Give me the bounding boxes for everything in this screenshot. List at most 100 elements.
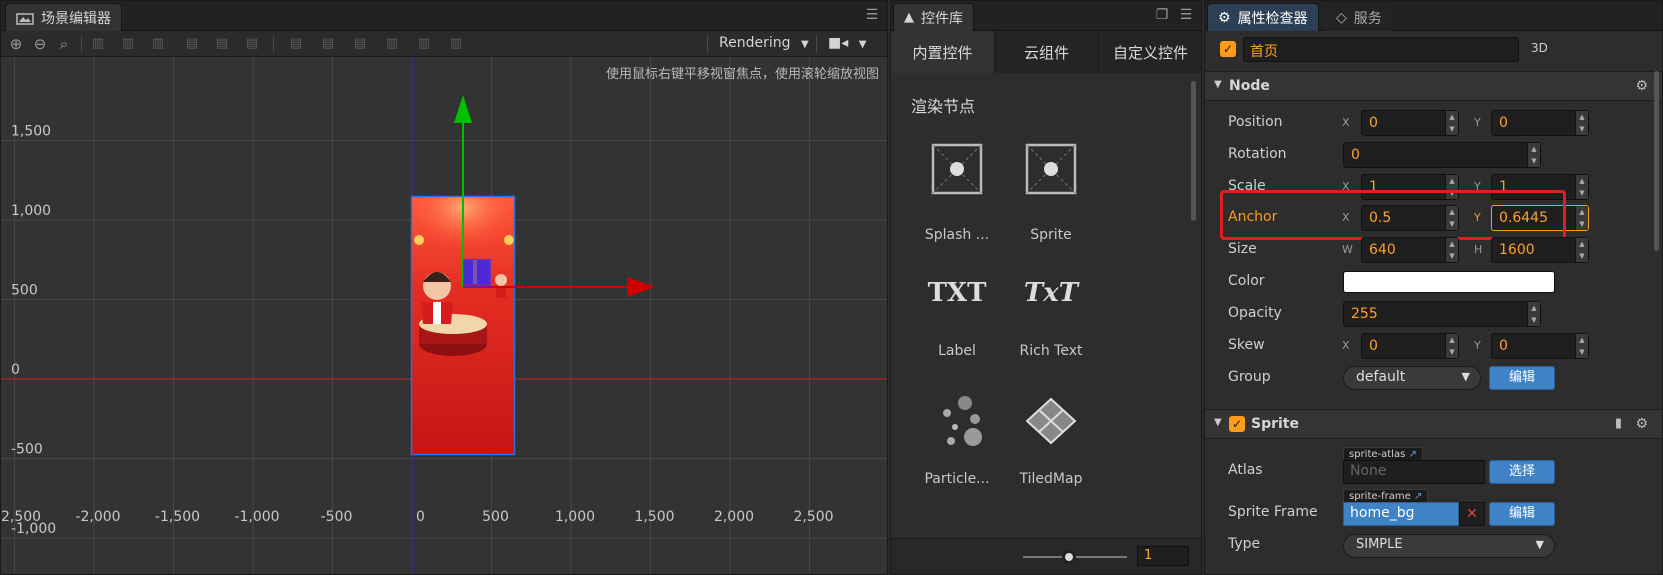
- type-select[interactable]: SIMPLE ▼: [1343, 534, 1555, 558]
- distribute-middle-icon[interactable]: ▤: [319, 35, 337, 53]
- home-bg-sprite[interactable]: [411, 196, 515, 455]
- scene-viewport[interactable]: -2,500-2,000-1,500-1,000-50005001,0001,5…: [1, 57, 887, 574]
- sprite-frame-edit-button[interactable]: 编辑: [1489, 502, 1555, 526]
- stepper-icon[interactable]: ▲ ▼: [1575, 206, 1588, 230]
- node-active-checkbox[interactable]: ✓: [1220, 41, 1236, 57]
- axis-h-label: H: [1474, 243, 1483, 256]
- group-value: default: [1356, 369, 1406, 385]
- stepper-icon[interactable]: ▲ ▼: [1527, 302, 1540, 326]
- axis-y-label: Y: [1474, 339, 1481, 352]
- external-link-icon[interactable]: ↗: [1414, 491, 1422, 502]
- axis-x-label: X: [1342, 116, 1350, 129]
- x-tick-label: -1,000: [234, 509, 279, 525]
- distribute-center-icon[interactable]: ▥: [415, 35, 433, 53]
- component-label: Particle...: [924, 471, 990, 487]
- component-sprite[interactable]: Sprite: [1001, 141, 1101, 251]
- component-tiledmap[interactable]: TiledMap: [1001, 393, 1101, 503]
- zoom-out-icon[interactable]: ⊖: [31, 35, 49, 53]
- axis-w-label: W: [1342, 243, 1353, 256]
- atlas-field[interactable]: None: [1343, 460, 1485, 484]
- opacity-input[interactable]: 255 ▲ ▼: [1343, 301, 1541, 327]
- group-select[interactable]: default ▼: [1343, 366, 1481, 390]
- stepper-icon[interactable]: ▲ ▼: [1575, 334, 1588, 358]
- component-splash[interactable]: Splash ...: [907, 141, 1007, 251]
- size-w-input[interactable]: 640 ▲ ▼: [1361, 237, 1459, 263]
- camera-select[interactable]: ■◂ ▼: [828, 35, 866, 51]
- y-tick-label: 1,000: [11, 203, 51, 219]
- group-edit-button[interactable]: 编辑: [1489, 366, 1555, 390]
- settings-gear-icon[interactable]: ⚙: [1635, 416, 1648, 432]
- color-swatch[interactable]: [1343, 271, 1555, 293]
- distribute-bottom-icon[interactable]: ▤: [351, 35, 369, 53]
- stepper-icon[interactable]: ▲ ▼: [1445, 238, 1458, 262]
- align-center-v-icon[interactable]: ▤: [213, 35, 231, 53]
- align-bottom-icon[interactable]: ▤: [243, 35, 261, 53]
- sprite-frame-tag-label: sprite-frame: [1349, 491, 1411, 502]
- settings-gear-icon[interactable]: ⚙: [1635, 78, 1648, 94]
- external-link-icon[interactable]: ↗: [1408, 449, 1416, 460]
- align-center-h-icon[interactable]: ▥: [119, 35, 137, 53]
- atlas-select-button[interactable]: 选择: [1489, 460, 1555, 484]
- tab-label: 云组件: [1023, 43, 1069, 62]
- size-h-input[interactable]: 1600 ▲ ▼: [1491, 237, 1589, 263]
- stepper-icon[interactable]: ▲ ▼: [1575, 175, 1588, 199]
- tab-cloud-components[interactable]: 云组件: [995, 31, 1099, 73]
- stepper-icon[interactable]: ▲ ▼: [1445, 334, 1458, 358]
- viewport-hint: 使用鼠标右键平移视窗焦点，使用滚轮缩放视图: [605, 67, 879, 82]
- skew-y-input[interactable]: 0 ▲ ▼: [1491, 333, 1589, 359]
- distribute-right-icon[interactable]: ▥: [447, 35, 465, 53]
- stepper-icon[interactable]: ▲ ▼: [1575, 238, 1588, 262]
- zoom-value-input[interactable]: 1: [1137, 546, 1189, 566]
- tab-scene-editor[interactable]: 场景编辑器: [5, 3, 122, 31]
- library-scrollbar[interactable]: [1191, 81, 1196, 221]
- sprite-enabled-checkbox[interactable]: ✓: [1229, 416, 1245, 432]
- stepper-icon[interactable]: ▲ ▼: [1527, 143, 1540, 167]
- distribute-left-icon[interactable]: ▥: [383, 35, 401, 53]
- rotation-row: Rotation 0 ▲ ▼: [1205, 139, 1662, 171]
- node-name-input[interactable]: 首页: [1243, 37, 1519, 62]
- y-tick-label: -500: [11, 442, 43, 458]
- rotation-input[interactable]: 0 ▲ ▼: [1343, 142, 1541, 168]
- position-y-input[interactable]: 0 ▲ ▼: [1491, 110, 1589, 136]
- maximize-icon[interactable]: ❐: [1155, 8, 1169, 22]
- sprite-section-header[interactable]: ▼ ✓ Sprite ▮ ⚙: [1205, 409, 1662, 439]
- services-icon: ◇: [1336, 9, 1347, 26]
- tab-property-inspector[interactable]: ⚙ 属性检查器: [1207, 3, 1319, 31]
- tab-services[interactable]: ◇ 服务: [1325, 3, 1393, 31]
- mode-3d-toggle[interactable]: 3D: [1531, 41, 1548, 55]
- sprite-frame-field[interactable]: home_bg: [1343, 502, 1459, 526]
- align-top-icon[interactable]: ▤: [183, 35, 201, 53]
- component-particle[interactable]: Particle...: [907, 393, 1007, 503]
- menu-icon[interactable]: ☰: [1179, 8, 1193, 22]
- inspector-scrollbar[interactable]: [1654, 71, 1659, 251]
- stepper-icon[interactable]: ▲ ▼: [1575, 111, 1588, 135]
- node-section-header[interactable]: ▼ Node ⚙: [1205, 71, 1662, 101]
- component-label: Splash ...: [924, 227, 990, 243]
- book-icon[interactable]: ▮: [1615, 416, 1622, 431]
- sprite-frame-label: Sprite Frame: [1228, 504, 1318, 520]
- skew-x-input[interactable]: 0 ▲ ▼: [1361, 333, 1459, 359]
- align-left-icon[interactable]: ▥: [89, 35, 107, 53]
- atlas-row: Atlas sprite-atlas ↗ None 选择: [1205, 447, 1662, 487]
- render-mode-label: Rendering: [719, 35, 791, 51]
- render-mode-select[interactable]: Rendering ▼: [719, 35, 809, 51]
- x-tick-label: -1,500: [155, 509, 200, 525]
- zoom-reset-icon[interactable]: ⌕: [55, 35, 73, 53]
- component-label[interactable]: TXT Label: [907, 265, 1007, 375]
- stepper-icon[interactable]: ▲ ▼: [1445, 111, 1458, 135]
- atlas-label: Atlas: [1228, 462, 1263, 478]
- tab-builtin-widgets[interactable]: 内置控件: [891, 31, 995, 73]
- scene-editor-panel: 场景编辑器 ☰ ⊕ ⊖ ⌕ ▥ ▥ ▥ ▤ ▤ ▤ ▤ ▤ ▤ ▥ ▥ ▥ Re…: [0, 0, 888, 575]
- component-rich-text[interactable]: TxT Rich Text: [1001, 265, 1101, 375]
- zoom-in-icon[interactable]: ⊕: [7, 35, 25, 53]
- position-x-input[interactable]: 0 ▲ ▼: [1361, 110, 1459, 136]
- distribute-top-icon[interactable]: ▤: [287, 35, 305, 53]
- clear-icon[interactable]: ✕: [1459, 502, 1485, 526]
- sprite-section-title: Sprite: [1251, 416, 1299, 432]
- menu-icon[interactable]: ☰: [865, 8, 879, 22]
- tab-custom-widgets[interactable]: 自定义控件: [1099, 31, 1201, 73]
- tab-widget-library[interactable]: ▲ 控件库: [893, 3, 974, 31]
- y-tick-label: 500: [11, 283, 38, 299]
- align-right-icon[interactable]: ▥: [149, 35, 167, 53]
- zoom-slider-handle[interactable]: [1062, 550, 1076, 564]
